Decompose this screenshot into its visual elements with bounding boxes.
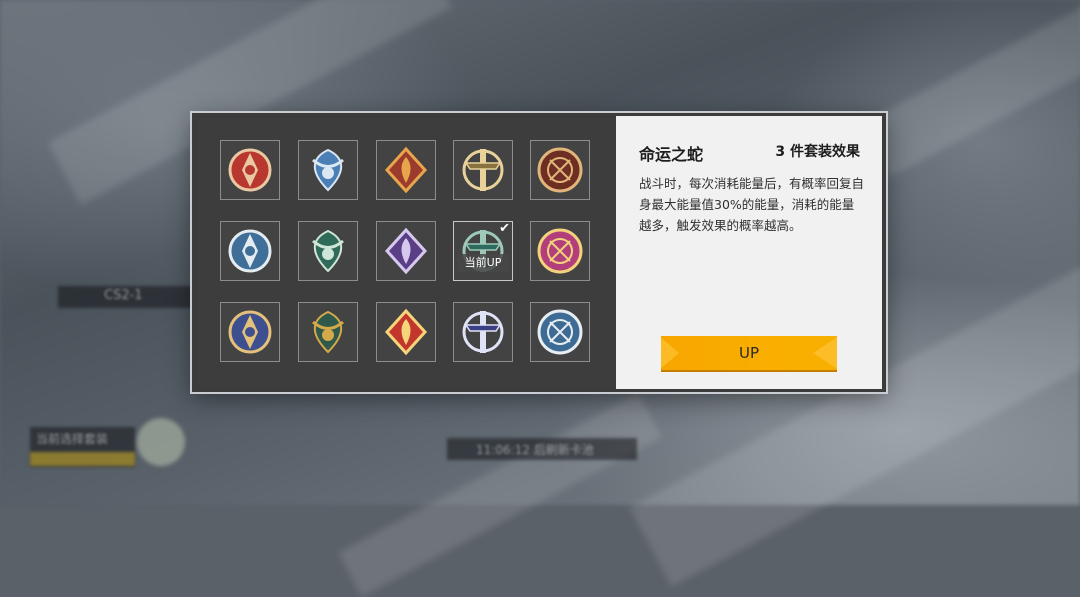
set-slot[interactable] [220, 221, 280, 281]
moon-spear-icon [462, 311, 504, 353]
current-set-tag [30, 452, 135, 466]
stage-label: CS2-1 [104, 288, 143, 303]
crimson-crest-icon [228, 148, 272, 192]
set-slot[interactable] [298, 302, 358, 362]
set-slot[interactable] [530, 140, 590, 200]
set-effect-label: 3 件套装效果 [775, 144, 860, 160]
set-slot[interactable] [298, 221, 358, 281]
set-info-panel: 命运之蛇 3 件套装效果 战斗时，每次消耗能量后，有概率回复自身最大能量值30%… [616, 116, 882, 389]
current-up-tag: 当前UP [457, 254, 509, 272]
current-set-avatar [137, 418, 185, 466]
set-slot[interactable] [530, 221, 590, 281]
current-set-label: 当前选择套装 [36, 432, 109, 446]
goblet-icon [537, 228, 583, 274]
set-slot[interactable] [220, 140, 280, 200]
violet-dragon-icon [384, 227, 428, 275]
set-slot[interactable] [376, 140, 436, 200]
set-slot[interactable] [376, 302, 436, 362]
set-slot[interactable]: ✔ 当前UP [453, 221, 513, 281]
set-name: 命运之蛇 [639, 145, 704, 164]
refresh-timer: 11:06:12 后刷新卡池 [476, 443, 594, 457]
set-slot[interactable] [530, 302, 590, 362]
jade-ring-icon [312, 229, 344, 273]
set-slot[interactable] [453, 140, 513, 200]
check-icon: ✔ [499, 221, 510, 236]
temple-icon [537, 309, 583, 355]
ornate-shield-icon [537, 147, 583, 193]
set-description: 战斗时，每次消耗能量后，有概率回复自身最大能量值30%的能量，消耗的能量越多，触… [639, 176, 865, 233]
set-select-modal: ✔ 当前UP 命运之蛇 3 件套装效果 战斗时，每次消耗能量后，有概率回复自身最大… [192, 113, 886, 392]
set-slot[interactable] [453, 302, 513, 362]
set-slot[interactable] [298, 140, 358, 200]
sun-banner-icon [384, 308, 428, 356]
set-slot[interactable] [220, 302, 280, 362]
set-grid: ✔ 当前UP [197, 118, 616, 387]
azure-wings-icon [312, 148, 344, 192]
set-slot[interactable] [376, 221, 436, 281]
flame-crest-icon [384, 146, 428, 194]
up-button-label: UP [738, 344, 760, 362]
golden-sword-icon [462, 149, 504, 191]
up-button[interactable]: UP [661, 336, 837, 370]
spartan-helmet-icon [312, 310, 344, 354]
sun-crest-icon [228, 310, 272, 354]
white-beast-icon [228, 229, 272, 273]
